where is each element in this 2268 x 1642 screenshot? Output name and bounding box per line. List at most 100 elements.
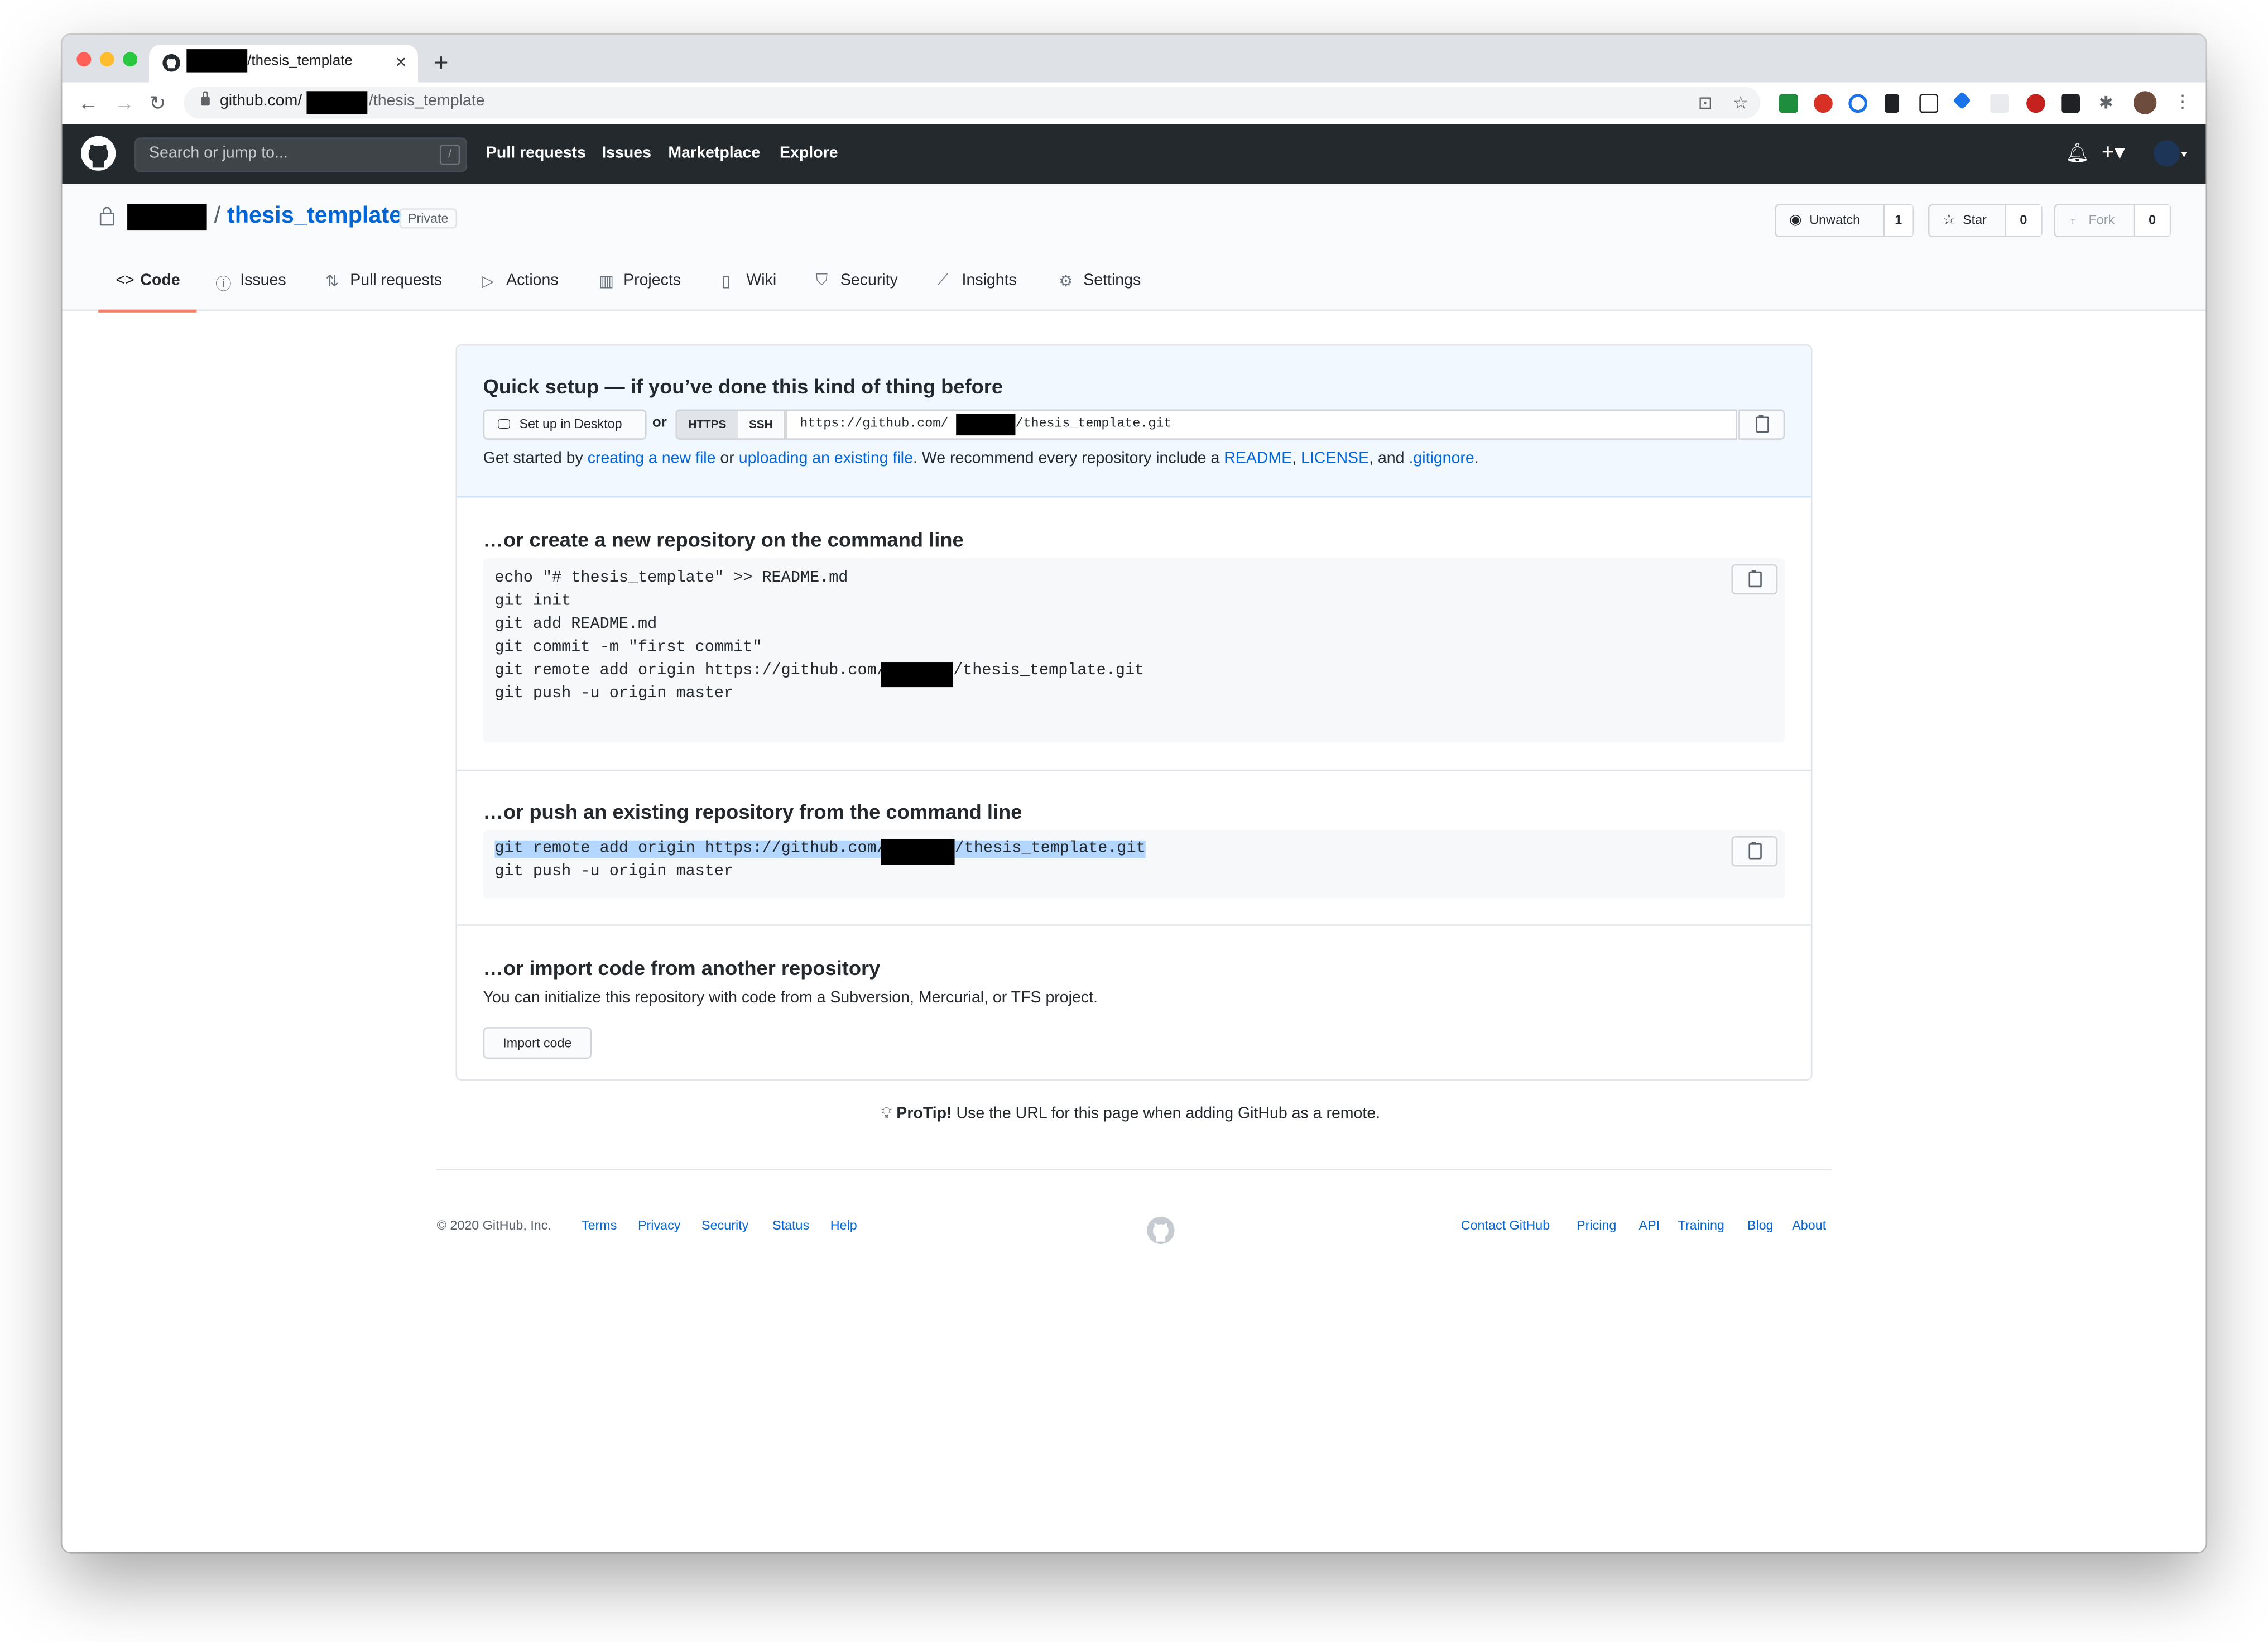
tab-settings[interactable]: ⚙ Settings	[1059, 265, 1152, 309]
github-favicon-icon	[162, 54, 180, 72]
address-bar[interactable]: github.com/ /thesis_template ⊡ ☆	[184, 87, 1761, 119]
copy-commands-button[interactable]	[1731, 564, 1778, 595]
minimize-window-button[interactable]	[99, 52, 114, 67]
issue-opened-icon: ⓘ	[215, 276, 232, 294]
watchers-count[interactable]: 1	[1885, 205, 1913, 236]
notifications-bell-icon[interactable]: 🔔︎	[2065, 142, 2089, 165]
extension-adblock-icon[interactable]	[1814, 94, 1833, 113]
footer-link-terms[interactable]: Terms	[582, 1218, 617, 1232]
nav-pull-requests[interactable]: Pull requests	[486, 145, 586, 162]
footer-link-status[interactable]: Status	[772, 1218, 809, 1232]
screenshot-stage: /thesis_template × + ← → ↻ github.com/ /…	[0, 0, 2268, 1642]
redacted-owner	[186, 49, 248, 73]
upload-file-link[interactable]: uploading an existing file	[739, 450, 913, 467]
copy-commands-button[interactable]	[1731, 836, 1778, 867]
extension-notion-icon[interactable]	[1919, 94, 1939, 113]
project-icon: ▥	[599, 273, 614, 291]
tab-insights[interactable]: ⟋ Insights	[937, 265, 1027, 309]
footer-link-pricing[interactable]: Pricing	[1577, 1218, 1616, 1232]
tab-issues[interactable]: ⓘ Issues	[215, 265, 295, 309]
reload-icon[interactable]: ↻	[149, 91, 166, 116]
create-repo-code-block[interactable]: echo "# thesis_template" >> README.md gi…	[483, 558, 1785, 742]
footer-link-blog[interactable]: Blog	[1747, 1218, 1774, 1232]
avatar-caret-icon[interactable]: ▾	[2181, 147, 2187, 160]
tab-code[interactable]: <> Code	[98, 265, 197, 313]
tab-wiki[interactable]: ▯ Wiki	[722, 265, 787, 309]
push-repo-title: …or push an existing repository from the…	[483, 800, 1022, 823]
stars-count[interactable]: 0	[2006, 205, 2041, 236]
tab-actions[interactable]: ▷ Actions	[482, 265, 569, 309]
gear-icon: ⚙	[1059, 273, 1073, 291]
extension-red-icon[interactable]	[2026, 94, 2045, 113]
nav-explore[interactable]: Explore	[780, 145, 838, 162]
extension-dark-icon[interactable]	[2061, 94, 2080, 113]
setup-desktop-button[interactable]: 🖵︎ Set up in Desktop	[483, 409, 647, 440]
footer-link-contact[interactable]: Contact GitHub	[1461, 1218, 1550, 1232]
tab-label: Actions	[506, 272, 559, 290]
gitignore-link[interactable]: .gitignore	[1409, 450, 1474, 467]
ssh-toggle[interactable]: SSH	[737, 409, 786, 440]
copy-url-button[interactable]	[1738, 409, 1785, 440]
nav-marketplace[interactable]: Marketplace	[668, 145, 760, 162]
new-tab-button[interactable]: +	[427, 49, 456, 78]
push-repo-code-block[interactable]: git remote add origin https://github.com…	[483, 830, 1785, 899]
fork-button[interactable]: Fork	[2055, 205, 2135, 236]
github-footer-logo-icon[interactable]	[1147, 1216, 1175, 1244]
nav-issues[interactable]: Issues	[602, 145, 651, 162]
extension-check-icon[interactable]	[1779, 94, 1798, 113]
https-toggle[interactable]: HTTPS	[675, 409, 739, 440]
forks-count[interactable]: 0	[2135, 205, 2170, 236]
import-code-button[interactable]: Import code	[483, 1027, 592, 1059]
footer-link-security[interactable]: Security	[701, 1218, 748, 1232]
footer-link-privacy[interactable]: Privacy	[638, 1218, 680, 1232]
code-line: git commit -m "first commit"	[494, 639, 762, 657]
browser-window: /thesis_template × + ← → ↻ github.com/ /…	[62, 35, 2206, 1553]
tab-pull-requests[interactable]: ⇅ Pull requests	[325, 265, 455, 309]
create-file-link[interactable]: creating a new file	[588, 450, 716, 467]
extension-page-icon[interactable]	[1990, 94, 2010, 113]
browser-toolbar: ← → ↻ github.com/ /thesis_template ⊡ ☆ ✱…	[62, 82, 2206, 126]
tab-label: Pull requests	[350, 272, 443, 290]
tab-projects[interactable]: ▥ Projects	[599, 265, 693, 309]
extension-bookmark-icon[interactable]	[1885, 94, 1900, 113]
git-pull-request-icon: ⇅	[325, 273, 339, 291]
browser-tab[interactable]: /thesis_template ×	[148, 45, 419, 83]
footer-link-about[interactable]: About	[1792, 1218, 1826, 1232]
clone-url-input[interactable]: https://github.com/ /thesis_template.git	[785, 409, 1737, 440]
code-line: git push -u origin master	[494, 685, 734, 703]
extension-diamond-icon[interactable]	[1953, 91, 1972, 110]
extensions-puzzle-icon[interactable]: ✱	[2099, 93, 2113, 113]
extension-sync-icon[interactable]	[1848, 94, 1868, 113]
translate-icon[interactable]: ⊡	[1698, 93, 1713, 113]
readme-link[interactable]: README	[1224, 450, 1292, 467]
repo-name-link[interactable]: thesis_template	[227, 204, 402, 230]
unwatch-button[interactable]: Unwatch	[1776, 205, 1885, 236]
create-new-plus-icon[interactable]: +▾	[2102, 139, 2125, 165]
browser-menu-icon[interactable]: ⋮	[2174, 91, 2191, 111]
footer-link-training[interactable]: Training	[1678, 1218, 1724, 1232]
tab-label: Wiki	[746, 272, 777, 290]
bookmark-star-icon[interactable]: ☆	[1733, 93, 1748, 113]
github-logo-icon[interactable]	[81, 136, 116, 171]
close-window-button[interactable]	[76, 52, 92, 67]
user-avatar[interactable]	[2154, 140, 2180, 167]
footer-link-api[interactable]: API	[1639, 1218, 1660, 1232]
browser-tab-strip: /thesis_template × +	[62, 35, 2206, 83]
profile-avatar[interactable]	[2133, 91, 2157, 114]
tab-security[interactable]: ⛉ Security	[816, 265, 910, 309]
license-link[interactable]: LICENSE	[1301, 450, 1369, 467]
back-icon[interactable]: ←	[78, 91, 98, 114]
search-input[interactable]: Search or jump to... /	[134, 137, 468, 172]
tab-close-icon[interactable]: ×	[396, 51, 407, 73]
fork-button-group[interactable]: ⑂ Fork 0	[2054, 204, 2171, 238]
unwatch-button-group[interactable]: ◉ Unwatch 1	[1775, 204, 1914, 238]
footer-link-help[interactable]: Help	[830, 1218, 857, 1232]
star-button-group[interactable]: ☆ Star 0	[1928, 204, 2043, 238]
shield-icon: ⛉	[815, 272, 828, 290]
redacted-owner	[881, 662, 953, 688]
star-button[interactable]: Star	[1929, 205, 2006, 236]
graph-icon: ⟋	[937, 272, 949, 290]
forward-icon[interactable]: →	[114, 91, 134, 114]
maximize-window-button[interactable]	[123, 52, 138, 67]
book-icon: ▯	[722, 273, 731, 291]
